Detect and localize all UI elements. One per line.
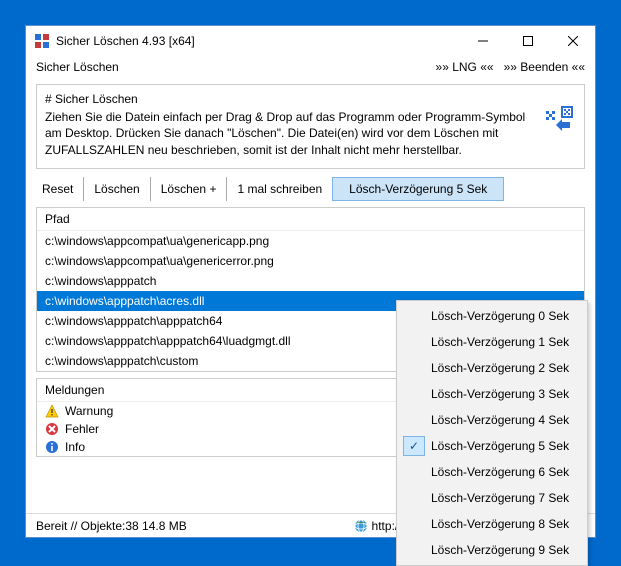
delay-option-label: Lösch-Verzögerung 6 Sek [431, 465, 569, 479]
delay-option-label: Lösch-Verzögerung 3 Sek [431, 387, 569, 401]
globe-icon [354, 519, 368, 533]
window-title: Sicher Löschen 4.93 [x64] [56, 34, 460, 48]
delay-option-label: Lösch-Verzögerung 4 Sek [431, 413, 569, 427]
error-icon [45, 422, 59, 436]
write-once-button[interactable]: 1 mal schreiben [227, 177, 332, 201]
menubar-lang[interactable]: »» LNG «« [436, 60, 494, 74]
check-icon [403, 540, 425, 560]
delay-option[interactable]: Lösch-Verzögerung 8 Sek [399, 511, 585, 537]
reset-button[interactable]: Reset [36, 177, 84, 201]
delay-option[interactable]: Lösch-Verzögerung 9 Sek [399, 537, 585, 563]
message-label: Info [65, 440, 85, 454]
delay-option-label: Lösch-Verzögerung 8 Sek [431, 517, 569, 531]
maximize-button[interactable] [505, 26, 550, 56]
delay-option[interactable]: Lösch-Verzögerung 6 Sek [399, 459, 585, 485]
delay-option-label: Lösch-Verzögerung 9 Sek [431, 543, 569, 557]
check-icon [403, 384, 425, 404]
delay-option-label: Lösch-Verzögerung 2 Sek [431, 361, 569, 375]
content-area: # Sicher Löschen Ziehen Sie die Datein e… [26, 78, 595, 513]
delay-option[interactable]: Lösch-Verzögerung 0 Sek [399, 303, 585, 329]
message-label: Warnung [65, 404, 113, 418]
file-list-header[interactable]: Pfad [37, 208, 584, 231]
delay-option-label: Lösch-Verzögerung 5 Sek [431, 439, 569, 453]
minimize-button[interactable] [460, 26, 505, 56]
menubar-exit[interactable]: »» Beenden «« [504, 60, 585, 74]
delay-option-label: Lösch-Verzögerung 0 Sek [431, 309, 569, 323]
check-icon [403, 410, 425, 430]
delay-option[interactable]: Lösch-Verzögerung 1 Sek [399, 329, 585, 355]
delay-dropdown-button[interactable]: Lösch-Verzögerung 5 Sek [332, 177, 504, 201]
check-icon [403, 306, 425, 326]
close-button[interactable] [550, 26, 595, 56]
warning-icon [45, 404, 59, 418]
check-icon [403, 332, 425, 352]
delay-option[interactable]: Lösch-Verzögerung 4 Sek [399, 407, 585, 433]
status-text: Bereit // Objekte:38 14.8 MB [36, 519, 340, 533]
menubar-title[interactable]: Sicher Löschen [36, 60, 436, 74]
delay-option[interactable]: Lösch-Verzögerung 3 Sek [399, 381, 585, 407]
check-icon [403, 436, 425, 456]
delete-plus-button[interactable]: Löschen + [151, 177, 228, 201]
drag-drop-icon [544, 105, 576, 137]
app-icon [34, 33, 50, 49]
info-heading: # Sicher Löschen [45, 91, 536, 107]
check-icon [403, 358, 425, 378]
titlebar: Sicher Löschen 4.93 [x64] [26, 26, 595, 56]
message-label: Fehler [65, 422, 99, 436]
delay-option[interactable]: Lösch-Verzögerung 2 Sek [399, 355, 585, 381]
delay-option[interactable]: Lösch-Verzögerung 5 Sek [399, 433, 585, 459]
delete-button[interactable]: Löschen [84, 177, 150, 201]
menubar: Sicher Löschen »» LNG «« »» Beenden «« [26, 56, 595, 78]
check-icon [403, 488, 425, 508]
file-row[interactable]: c:\windows\apppatch [37, 271, 584, 291]
delay-option-label: Lösch-Verzögerung 7 Sek [431, 491, 569, 505]
delay-dropdown-menu[interactable]: Lösch-Verzögerung 0 Sek Lösch-Verzögerung… [396, 300, 588, 566]
window-controls [460, 26, 595, 56]
check-icon [403, 462, 425, 482]
delay-option-label: Lösch-Verzögerung 1 Sek [431, 335, 569, 349]
app-window: Sicher Löschen 4.93 [x64] Sicher Löschen… [25, 25, 596, 538]
check-icon [403, 514, 425, 534]
info-box: # Sicher Löschen Ziehen Sie die Datein e… [36, 84, 585, 169]
info-body: Ziehen Sie die Datein einfach per Drag &… [45, 109, 536, 158]
toolbar: Reset Löschen Löschen + 1 mal schreiben … [36, 177, 585, 201]
file-row[interactable]: c:\windows\appcompat\ua\genericerror.png [37, 251, 584, 271]
delay-option[interactable]: Lösch-Verzögerung 7 Sek [399, 485, 585, 511]
file-row[interactable]: c:\windows\appcompat\ua\genericapp.png [37, 231, 584, 251]
info-icon [45, 440, 59, 454]
